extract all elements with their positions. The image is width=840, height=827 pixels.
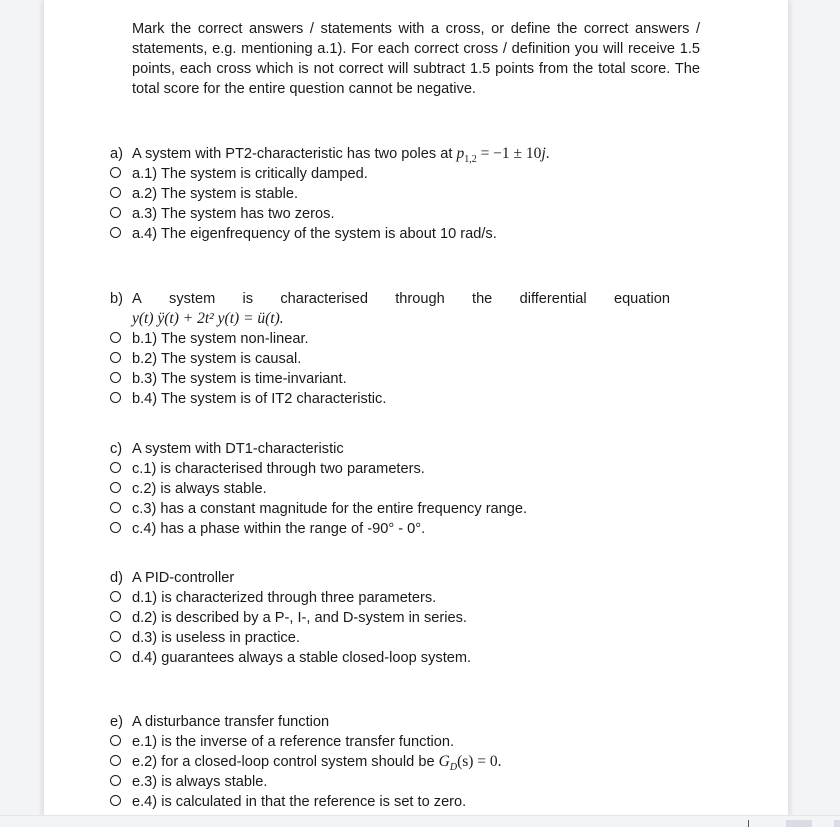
option-c1[interactable]: c.1) is characterised through two parame… [110, 459, 670, 479]
option-b1[interactable]: b.1) The system non-linear. [110, 329, 670, 349]
option-label: d.3) is useless in practice. [132, 630, 300, 646]
instructions-paragraph: Mark the correct answers / statements wi… [132, 21, 700, 97]
option-label: b.3) The system is time-invariant. [132, 371, 347, 387]
option-label: d.4) guarantees always a stable closed-l… [132, 650, 472, 666]
option-label: a.1) The system is critically damped. [132, 166, 368, 182]
radio-circle-icon[interactable] [110, 755, 121, 766]
option-label: b.1) The system non-linear. [132, 331, 309, 347]
option-a3[interactable]: a.3) The system has two zeros. [110, 204, 670, 224]
option-d4[interactable]: d.4) guarantees always a stable closed-l… [110, 648, 670, 668]
option-label: c.2) is always stable. [132, 481, 267, 497]
differential-equation: y(t) ÿ(t) + 2t² y(t) = ü(t). [132, 310, 284, 327]
option-label: d.1) is characterized through three para… [132, 590, 437, 606]
option-b4[interactable]: b.4) The system is of IT2 characteristic… [110, 389, 670, 409]
question-letter: b) [110, 291, 123, 307]
option-c4[interactable]: c.4) has a phase within the range of -90… [110, 519, 670, 539]
question-stem: d) A PID-controller [110, 568, 670, 588]
radio-circle-icon[interactable] [110, 651, 121, 662]
option-label: c.1) is characterised through two parame… [132, 461, 425, 477]
question-text: Asystem is characterised through the differen… [132, 291, 670, 307]
option-label: a.3) The system has two zeros. [132, 206, 335, 222]
radio-circle-icon[interactable] [110, 482, 121, 493]
option-e3[interactable]: e.3) is always stable. [110, 772, 670, 792]
question-c: c) A system with DT1-characteristic c.1) … [110, 439, 670, 539]
option-label: b.4) The system is of IT2 characteristic… [132, 391, 387, 407]
question-stem: e) A disturbance transfer function [110, 712, 670, 732]
bottom-toolbar [0, 815, 840, 827]
radio-circle-icon[interactable] [110, 207, 121, 218]
option-e1[interactable]: e.1) is the inverse of a reference trans… [110, 732, 670, 752]
option-label: e.1) is the inverse of a reference trans… [132, 734, 455, 750]
option-label: b.2) The system is causal. [132, 351, 302, 367]
option-c3[interactable]: c.3) has a constant magnitude for the en… [110, 499, 670, 519]
option-label: c.3) has a constant magnitude for the en… [132, 501, 528, 517]
radio-circle-icon[interactable] [110, 352, 121, 363]
radio-circle-icon[interactable] [110, 591, 121, 602]
question-text: A system with PT2-characteristic has two… [132, 145, 550, 166]
radio-circle-icon[interactable] [110, 167, 121, 178]
question-letter: c) [110, 441, 123, 457]
question-text: A system with DT1-characteristic [132, 441, 344, 457]
option-d2[interactable]: d.2) is described by a P-, I-, and D-sys… [110, 608, 670, 628]
question-d: d) A PID-controller d.1) is characterized… [110, 568, 670, 668]
radio-circle-icon[interactable] [110, 332, 121, 343]
option-c2[interactable]: c.2) is always stable. [110, 479, 670, 499]
option-b2[interactable]: b.2) The system is causal. [110, 349, 670, 369]
radio-circle-icon[interactable] [110, 631, 121, 642]
question-letter: d) [110, 570, 123, 586]
option-d3[interactable]: d.3) is useless in practice. [110, 628, 670, 648]
option-label: a.2) The system is stable. [132, 186, 299, 202]
math-formula: GD(s) = 0. [438, 753, 502, 774]
radio-circle-icon[interactable] [110, 462, 121, 473]
option-a2[interactable]: a.2) The system is stable. [110, 184, 670, 204]
radio-circle-icon[interactable] [110, 392, 121, 403]
question-letter: e) [110, 714, 123, 730]
math-formula: p1,2 = −1 ± 10j. [456, 145, 550, 166]
question-e: e) A disturbance transfer function e.1) i… [110, 712, 670, 812]
option-label: e.3) is always stable. [132, 774, 268, 790]
question-a: a) A system with PT2-characteristic has … [110, 144, 670, 244]
radio-circle-icon[interactable] [110, 227, 121, 238]
option-label: d.2) is described by a P-, I-, and D-sys… [132, 610, 467, 626]
question-text: A PID-controller [132, 570, 235, 586]
radio-circle-icon[interactable] [110, 735, 121, 746]
option-label: e.4) is calculated in that the reference… [132, 794, 467, 810]
radio-circle-icon[interactable] [110, 775, 121, 786]
question-b: b) Asystem is characterised through the diffe… [110, 289, 670, 409]
option-label: a.4) The eigenfrequency of the system is… [132, 226, 497, 242]
radio-circle-icon[interactable] [110, 795, 121, 806]
option-d1[interactable]: d.1) is characterized through three para… [110, 588, 670, 608]
question-stem: a) A system with PT2-characteristic has … [110, 144, 670, 166]
radio-circle-icon[interactable] [110, 502, 121, 513]
radio-circle-icon[interactable] [110, 187, 121, 198]
question-stem: c) A system with DT1-characteristic [110, 439, 670, 459]
option-e2[interactable]: e.2) for a closed-loop control system sh… [110, 752, 670, 774]
option-a4[interactable]: a.4) The eigenfrequency of the system is… [110, 224, 670, 244]
question-stem: b) Asystem is characterised through the diffe… [110, 289, 670, 309]
option-a1[interactable]: a.1) The system is critically damped. [110, 164, 670, 184]
option-b3[interactable]: b.3) The system is time-invariant. [110, 369, 670, 389]
question-text: A disturbance transfer function [132, 714, 330, 730]
radio-circle-icon[interactable] [110, 522, 121, 533]
option-label: e.2) for a closed-loop control system sh… [132, 753, 502, 774]
question-letter: a) [110, 146, 123, 162]
option-e4[interactable]: e.4) is calculated in that the reference… [110, 792, 670, 812]
radio-circle-icon[interactable] [110, 372, 121, 383]
radio-circle-icon[interactable] [110, 611, 121, 622]
option-label: c.4) has a phase within the range of -90… [132, 521, 426, 537]
